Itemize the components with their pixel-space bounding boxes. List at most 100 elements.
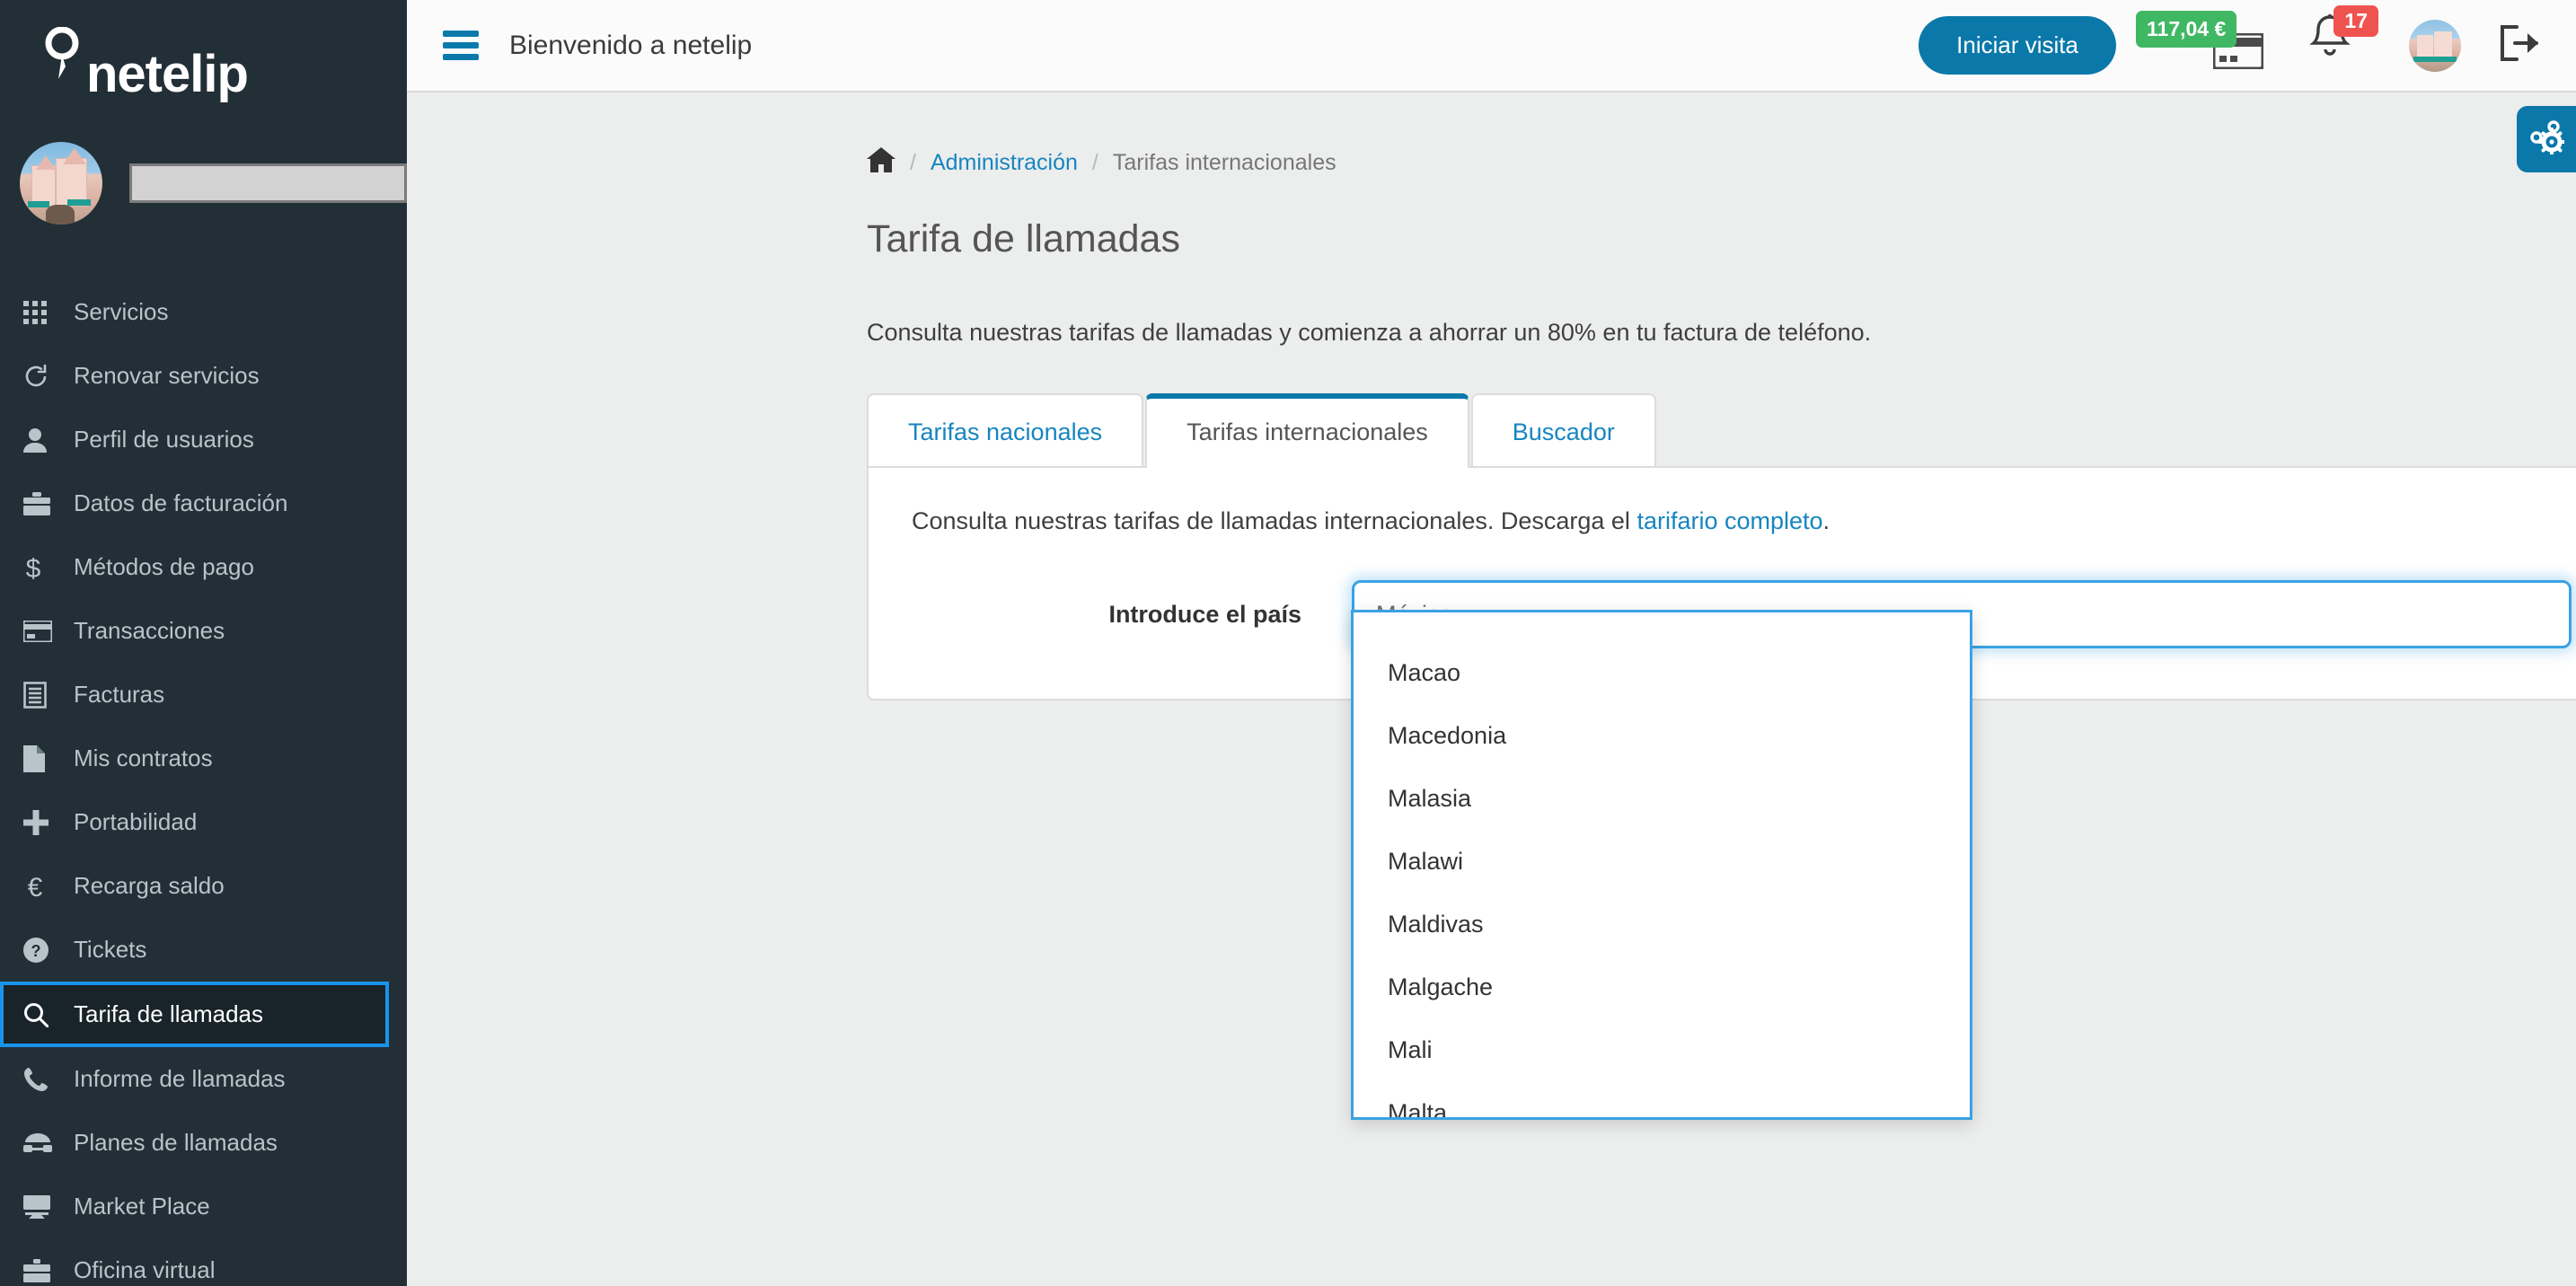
sidebar-item-label: Datos de facturación [74,489,288,516]
sidebar-item-label: Mis contratos [74,744,213,771]
sidebar-user[interactable] [0,124,407,225]
sidebar-item-label: Informe de llamadas [74,1065,286,1092]
sidebar-item-label: Market Place [74,1193,210,1220]
sidebar-item-datos-de-facturacion[interactable]: Datos de facturación [0,471,407,535]
monitor-icon [23,1194,74,1219]
dropdown-option[interactable]: Malgache [1354,956,1970,1018]
balance-widget[interactable]: 117,04 € [2136,10,2269,77]
sidebar-item-label: Tickets [74,936,147,963]
sidebar-item-transacciones[interactable]: Transacciones [0,599,407,663]
plus-icon [23,809,74,835]
tab-buscador[interactable]: Buscador [1470,393,1656,468]
sidebar-item-label: Portabilidad [74,808,198,835]
breadcrumb: / Administración / Tarifas internacional… [407,146,2576,180]
sidebar-item-planes-de-llamadas[interactable]: Planes de llamadas [0,1111,407,1175]
sidebar-item-recarga-saldo[interactable]: € Recarga saldo [0,854,407,918]
main-area: Bienvenido a netelip Iniciar visita 117,… [407,0,2576,1286]
breadcrumb-separator: / [910,150,916,175]
sidebar-item-market-place[interactable]: Market Place [0,1175,407,1238]
notifications-button[interactable]: 17 [2307,4,2378,79]
grid-icon [23,300,74,324]
sidebar-item-label: Oficina virtual [74,1256,216,1283]
sidebar-item-facturas[interactable]: Facturas [0,663,407,727]
sidebar-nav: Servicios Renovar servicios Perfil de us… [0,280,407,1286]
dropdown-option[interactable]: Macedonia [1354,704,1970,767]
dollar-icon: $ [23,553,74,582]
sidebar-item-label: Recarga saldo [74,872,225,899]
location-pin-icon [41,26,83,87]
brand-name: netelip [86,45,249,103]
refresh-icon [23,364,74,389]
svg-text:?: ? [31,942,41,960]
sidebar-item-label: Transacciones [74,617,225,644]
panel-description: Consulta nuestras tarifas de llamadas in… [912,507,2572,535]
help-circle-icon: ? [23,937,74,963]
svg-text:$: $ [26,554,41,582]
sidebar: netelip Servicios Renovar servicios Perf… [0,0,407,1286]
sidebar-item-tickets[interactable]: ? Tickets [0,918,407,982]
sidebar-item-oficina-virtual[interactable]: Oficina virtual [0,1238,407,1286]
panel-text-before: Consulta nuestras tarifas de llamadas in… [912,507,1637,534]
tab-bar: Tarifas nacionales Tarifas internacional… [407,393,2576,468]
gears-icon [2528,119,2566,159]
tab-tarifas-nacionales[interactable]: Tarifas nacionales [867,393,1144,468]
sidebar-item-label: Perfil de usuarios [74,426,254,453]
sidebar-item-informe-de-llamadas[interactable]: Informe de llamadas [0,1047,407,1111]
breadcrumb-separator: / [1091,150,1098,175]
svg-text:€: € [28,873,43,901]
sidebar-item-mis-contratos[interactable]: Mis contratos [0,727,407,790]
settings-tab-button[interactable] [2517,106,2576,172]
document-icon [23,744,74,772]
topbar-actions: Iniciar visita 117,04 € 17 [1919,4,2544,79]
country-autocomplete-dropdown[interactable]: Macao Macedonia Malasia Malawi Maldivas … [1351,610,1972,1120]
sidebar-item-portabilidad[interactable]: Portabilidad [0,790,407,854]
dropdown-option[interactable]: Malasia [1354,767,1970,830]
dropdown-option[interactable]: Mali [1354,1018,1970,1081]
tarifario-completo-link[interactable]: tarifario completo [1636,507,1822,534]
sidebar-item-servicios[interactable]: Servicios [0,280,407,344]
panel-text-after: . [1822,507,1831,534]
credit-card-icon [23,620,74,642]
briefcase-icon [23,491,74,515]
breadcrumb-link-administracion[interactable]: Administración [931,150,1078,176]
user-name-redacted [129,163,407,203]
sidebar-item-label: Servicios [74,298,169,325]
sidebar-item-label: Métodos de pago [74,553,254,580]
tab-tarifas-internacionales[interactable]: Tarifas internacionales [1145,393,1469,468]
page-title: Tarifa de llamadas [867,217,1180,260]
sidebar-item-tarifa-de-llamadas[interactable]: Tarifa de llamadas [0,982,389,1047]
invoice-list-icon [23,681,74,709]
suitcase-icon [23,1258,74,1282]
sidebar-item-renovar-servicios[interactable]: Renovar servicios [0,344,407,408]
breadcrumb-current: Tarifas internacionales [1112,150,1337,175]
home-icon[interactable] [867,146,895,180]
dropdown-option[interactable]: Malta [1354,1081,1970,1118]
brand-logo[interactable]: netelip [0,0,407,124]
user-icon [23,427,74,453]
page-lead-text: Consulta nuestras tarifas de llamadas y … [867,319,1872,346]
sidebar-item-label: Planes de llamadas [74,1129,278,1156]
sidebar-item-label: Renovar servicios [74,362,260,389]
phone-icon [23,1067,74,1092]
iniciar-visita-button[interactable]: Iniciar visita [1919,16,2116,75]
sidebar-item-metodos-de-pago[interactable]: $ Métodos de pago [0,535,407,599]
dropdown-option[interactable]: Malawi [1354,830,1970,893]
avatar [20,142,102,225]
sidebar-item-label: Facturas [74,681,165,708]
telephone-icon [23,1132,74,1154]
app-root: netelip Servicios Renovar servicios Perf… [0,0,2576,1286]
hamburger-icon[interactable] [443,31,479,60]
search-icon [23,1002,74,1027]
logout-icon[interactable] [2497,22,2544,69]
topbar-title: Bienvenido a netelip [509,30,753,60]
topbar: Bienvenido a netelip Iniciar visita 117,… [407,0,2576,92]
sidebar-item-label: Tarifa de llamadas [74,1000,263,1027]
dropdown-option[interactable]: Macao [1354,641,1970,704]
avatar[interactable] [2409,19,2461,72]
balance-amount: 117,04 € [2136,10,2237,48]
euro-icon: € [23,872,74,901]
dropdown-option[interactable]: Maldivas [1354,893,1970,956]
sidebar-item-perfil-de-usuarios[interactable]: Perfil de usuarios [0,408,407,471]
country-field-label: Introduce el país [1108,600,1301,628]
bell-icon [2307,13,2353,66]
